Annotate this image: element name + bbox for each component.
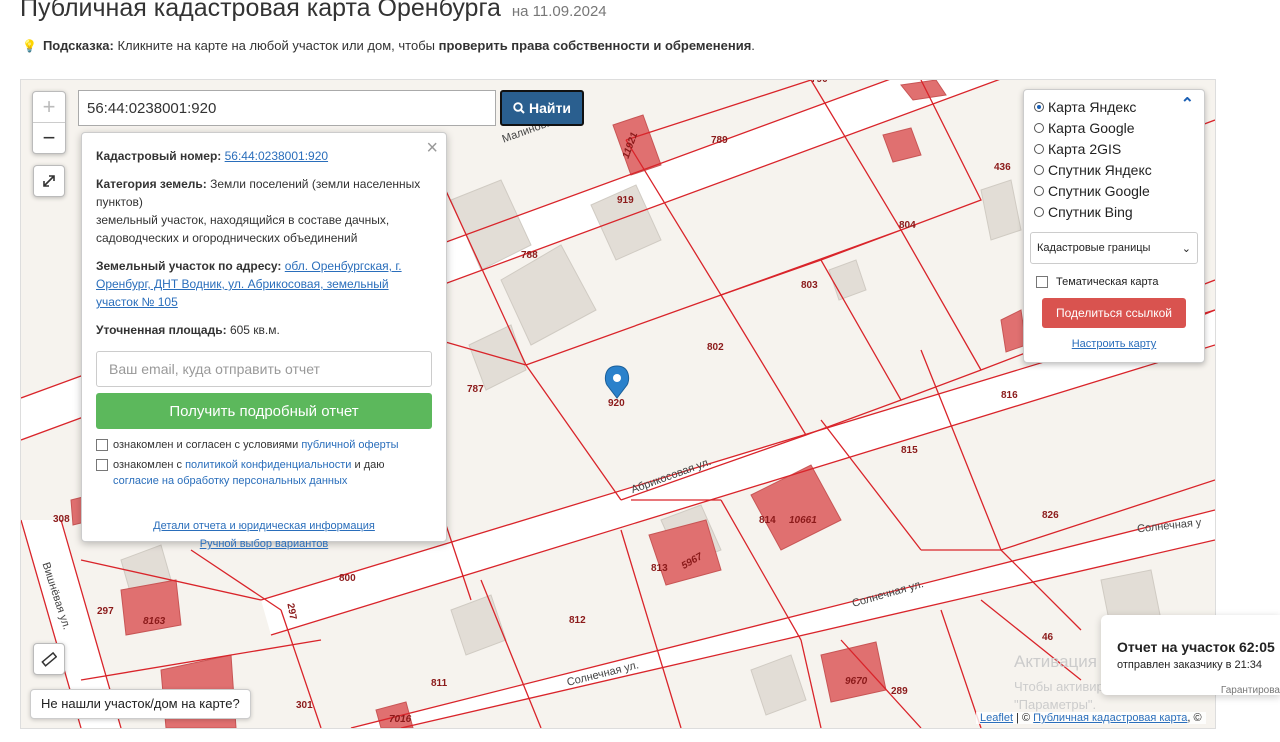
radio-button[interactable] [1034,164,1044,175]
field-label: Категория земель: [96,177,207,191]
chevron-down-icon: ⌄ [1181,242,1191,255]
close-icon[interactable]: × [426,137,438,160]
basemap-option[interactable]: Спутник Google [1024,180,1204,201]
hint-text: Кликните на карте на любой участок или д… [117,38,435,53]
thematic-map-row: Тематическая карта [1024,276,1204,288]
cadastral-map[interactable]: 919 789 436 804 788 803 802 920 787 816 … [20,79,1216,729]
basemap-option[interactable]: Карта 2GIS [1024,138,1204,159]
layer-select[interactable]: Кадастровые границы ⌄ [1030,232,1198,264]
hint-line: 💡 Подсказка: Кликните на карте на любой у… [22,38,755,53]
basemap-option[interactable]: Спутник Bing [1024,201,1204,222]
radio-button[interactable] [1034,143,1044,154]
hint-bold: проверить права собственности и обремене… [438,38,752,53]
lightbulb-icon: 💡 [22,39,37,53]
configure-map-link[interactable]: Настроить карту [1072,338,1157,350]
cadastral-number-row: Кадастровый номер: 56:44:0238001:920 [96,147,432,165]
radio-button[interactable] [1034,185,1044,196]
hint-label: Подсказка: [42,38,114,53]
radio-button[interactable] [1034,122,1044,133]
basemap-option-label: Спутник Google [1048,182,1150,199]
zoom-in-button[interactable]: + [33,92,65,123]
map-attribution: Leaflet | © Публичная кадастровая карта,… [976,712,1206,724]
report-notification: Отчет на участок 62:05 отправлен заказчи… [1101,615,1280,696]
layers-panel: Карта Яндекс Карта Google Карта 2GIS Спутни… [1023,89,1205,363]
address-row: Земельный участок по адресу: обл. Оренбу… [96,257,432,311]
privacy-link[interactable]: политикой конфиденциальности [185,459,351,471]
basemap-option-label: Карта Google [1048,119,1135,136]
consent-text: ознакомлен с [113,459,183,471]
basemap-option-label: Карта 2GIS [1048,140,1122,157]
layer-select-value: Кадастровые границы [1037,242,1151,254]
search-button[interactable]: Найти [500,90,584,126]
fullscreen-button[interactable] [33,165,65,197]
page-title: Публичная кадастровая карта Оренбурга на… [20,0,607,23]
get-report-button[interactable]: Получить подробный отчет [96,393,432,429]
basemap-radio-list: Карта Яндекс Карта Google Карта 2GIS Спутни… [1024,96,1204,222]
consent-privacy-row: ознакомлен с политикой конфиденциальност… [96,457,432,489]
basemap-option[interactable]: Карта Google [1024,117,1204,138]
consent-privacy-checkbox[interactable] [96,459,108,471]
cadastral-number-link[interactable]: 56:44:0238001:920 [225,149,328,163]
thematic-map-label: Тематическая карта [1056,276,1159,288]
pkk-link[interactable]: Публичная кадастровая карта [1033,712,1187,724]
field-label: Уточненная площадь: [96,323,227,337]
expand-icon [43,175,55,187]
basemap-option[interactable]: Спутник Яндекс [1024,159,1204,180]
consent-text: и даю [354,459,385,471]
not-found-button[interactable]: Не нашли участок/дом на карте? [30,689,251,719]
personal-data-link[interactable]: согласие на обработку персональных данны… [113,475,347,487]
ruler-icon [41,651,57,667]
measure-button[interactable] [33,643,65,675]
notification-title: Отчет на участок 62:05 [1117,639,1275,655]
field-label: Кадастровый номер: [96,149,222,163]
field-value: земельный участок, находящийся в составе… [96,213,390,245]
search-button-label: Найти [529,100,571,116]
report-details-link[interactable]: Детали отчета и юридическая информация [153,520,375,532]
email-field[interactable] [96,351,432,387]
field-value: 605 кв.м. [229,323,280,337]
zoom-control: + − [32,91,66,154]
area-row: Уточненная площадь: 605 кв.м. [96,321,432,339]
notification-subtitle: отправлен заказчику в 21:34 [1117,659,1263,671]
field-label: Земельный участок по адресу: [96,259,282,273]
cadastral-search-input[interactable] [78,90,496,126]
page-date: на 11.09.2024 [511,3,607,20]
chevron-up-icon[interactable]: ⌃ [1181,94,1194,114]
basemap-option-label: Карта Яндекс [1048,98,1137,115]
radio-button[interactable] [1034,206,1044,217]
zoom-out-button[interactable]: − [33,123,65,153]
share-link-button[interactable]: Поделиться ссылкой [1042,298,1186,328]
popup-links: Детали отчета и юридическая информация Р… [96,517,432,553]
parcel-info-popup: × Кадастровый номер: 56:44:0238001:920 К… [81,132,447,550]
location-marker-icon[interactable] [604,365,630,399]
manual-select-link[interactable]: Ручной выбор вариантов [200,538,328,550]
thematic-map-checkbox[interactable] [1036,276,1048,288]
hint-end: . [751,38,755,53]
land-category-row: Категория земель: Земли поселений (земли… [96,175,432,247]
basemap-option-label: Спутник Яндекс [1048,161,1152,178]
attribution-end: , © [1187,712,1202,724]
search-icon [513,102,525,114]
basemap-option[interactable]: Карта Яндекс [1024,96,1204,117]
radio-button[interactable] [1034,101,1044,112]
basemap-option-label: Спутник Bing [1048,203,1133,220]
watermark-line: "Параметры". [1014,697,1097,712]
consent-offer-row: ознакомлен и согласен с условиями публич… [96,437,432,453]
consent-text: ознакомлен и согласен с условиями [113,439,299,451]
consent-offer-checkbox[interactable] [96,439,108,451]
leaflet-link[interactable]: Leaflet [980,712,1013,724]
notification-badge: Гарантирова [1220,685,1280,696]
offer-link[interactable]: публичной оферты [301,439,398,451]
page-title-text: Публичная кадастровая карта Оренбурга [20,0,501,22]
